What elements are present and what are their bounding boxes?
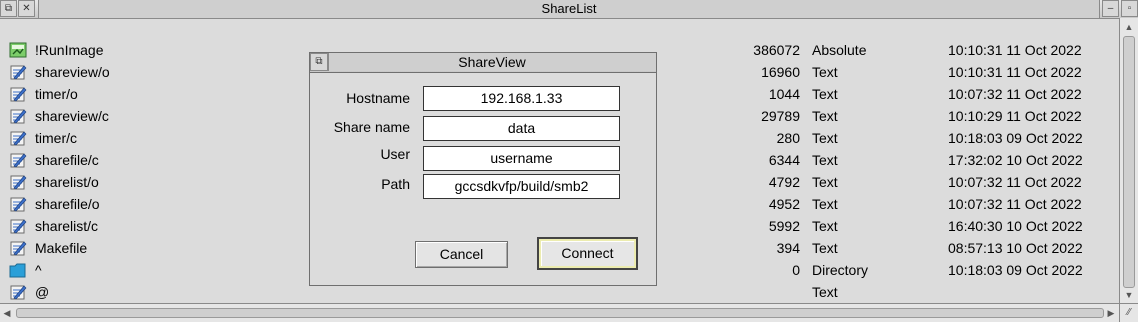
shareview-dialog: ⧉ ShareView Hostname 192.168.1.33 Share …: [309, 52, 657, 286]
file-name: ^: [35, 262, 42, 278]
file-date: 16:40:30 10 Oct 2022: [948, 218, 1083, 234]
horizontal-scroll-thumb[interactable]: [16, 308, 1104, 318]
text-file-icon[interactable]: [9, 63, 27, 81]
dialog-back-icon[interactable]: ⧉: [310, 53, 328, 71]
file-size: 1044: [768, 86, 800, 102]
window-title-bar[interactable]: ⧉ ✕ ShareList – ▫: [0, 0, 1138, 19]
file-name: sharefile/o: [35, 196, 100, 212]
cancel-button[interactable]: Cancel: [415, 241, 508, 268]
scroll-right-icon[interactable]: ▶: [1104, 304, 1118, 322]
file-date: 10:07:32 11 Oct 2022: [948, 174, 1082, 190]
file-size: 16960: [761, 64, 800, 80]
file-type: Text: [812, 86, 838, 102]
file-type: Text: [812, 218, 838, 234]
dialog-title-bar[interactable]: ⧉ ShareView: [310, 53, 656, 73]
vertical-scrollbar[interactable]: ▲ ▼: [1119, 18, 1138, 304]
file-type: Text: [812, 284, 838, 300]
window-title: ShareList: [541, 1, 597, 16]
file-size: 5992: [768, 218, 800, 234]
file-type: Text: [812, 108, 838, 124]
file-date: 10:10:29 11 Oct 2022: [948, 108, 1082, 124]
absolute-file-icon[interactable]: [9, 41, 27, 59]
text-file-icon[interactable]: [9, 151, 27, 169]
file-type: Absolute: [812, 42, 867, 58]
file-date: 10:07:32 11 Oct 2022: [948, 86, 1082, 102]
file-date: 10:10:31 11 Oct 2022: [948, 42, 1082, 58]
text-file-icon[interactable]: [9, 195, 27, 213]
scroll-up-icon[interactable]: ▲: [1120, 20, 1138, 34]
file-type: Directory: [812, 262, 869, 278]
text-file-icon[interactable]: [9, 217, 27, 235]
file-name: sharelist/o: [35, 174, 99, 190]
text-file-icon[interactable]: [9, 283, 27, 301]
scroll-down-icon[interactable]: ▼: [1120, 288, 1138, 302]
file-size: 0: [792, 262, 800, 278]
file-date: 10:10:31 11 Oct 2022: [948, 64, 1082, 80]
share-name-label: Share name: [333, 119, 410, 135]
text-file-icon[interactable]: [9, 239, 27, 257]
share-name-field[interactable]: data: [423, 116, 620, 141]
file-name: sharefile/c: [35, 152, 99, 168]
file-type: Text: [812, 152, 838, 168]
file-size: 6344: [768, 152, 800, 168]
connect-button[interactable]: Connect: [537, 237, 638, 270]
user-field[interactable]: username: [423, 146, 620, 171]
file-date: 17:32:02 10 Oct 2022: [948, 152, 1083, 168]
file-name: Makefile: [35, 240, 88, 256]
file-name: timer/o: [35, 86, 78, 102]
file-size: 386072: [753, 42, 800, 58]
file-size: 394: [776, 240, 800, 256]
file-date: 10:07:32 11 Oct 2022: [948, 196, 1082, 212]
file-type: Text: [812, 196, 838, 212]
file-date: 08:57:13 10 Oct 2022: [948, 240, 1083, 256]
text-file-icon[interactable]: [9, 85, 27, 103]
path-label: Path: [381, 176, 410, 192]
iconise-icon[interactable]: –: [1102, 0, 1119, 17]
file-size: 280: [776, 130, 800, 146]
resize-handle-icon[interactable]: ⁄⁄: [1119, 303, 1138, 322]
hostname-field[interactable]: 192.168.1.33: [423, 86, 620, 111]
hostname-label: Hostname: [346, 90, 410, 106]
file-name: !RunImage: [35, 42, 104, 58]
user-label: User: [380, 146, 410, 162]
file-size: 4792: [768, 174, 800, 190]
text-file-icon[interactable]: [9, 129, 27, 147]
file-date: 10:18:03 09 Oct 2022: [948, 262, 1083, 278]
file-type: Text: [812, 174, 838, 190]
file-name: sharelist/c: [35, 218, 99, 234]
toggle-size-icon[interactable]: ▫: [1121, 0, 1138, 17]
file-type: Text: [812, 240, 838, 256]
path-field[interactable]: gccsdkvfp/build/smb2: [423, 174, 620, 199]
directory-icon[interactable]: [9, 261, 27, 279]
file-name: shareview/o: [35, 64, 110, 80]
file-name: @: [35, 284, 50, 300]
file-size: 4952: [768, 196, 800, 212]
text-file-icon[interactable]: [9, 173, 27, 191]
file-date: 10:18:03 09 Oct 2022: [948, 130, 1083, 146]
scroll-left-icon[interactable]: ◀: [0, 304, 14, 322]
file-size: 29789: [761, 108, 800, 124]
file-type: Text: [812, 130, 838, 146]
vertical-scroll-thumb[interactable]: [1123, 36, 1135, 288]
file-name: shareview/c: [35, 108, 109, 124]
dialog-title: ShareView: [458, 54, 526, 70]
text-file-icon[interactable]: [9, 107, 27, 125]
file-name: timer/c: [35, 130, 77, 146]
file-type: Text: [812, 64, 838, 80]
horizontal-scrollbar[interactable]: ◀ ▶: [0, 303, 1120, 322]
